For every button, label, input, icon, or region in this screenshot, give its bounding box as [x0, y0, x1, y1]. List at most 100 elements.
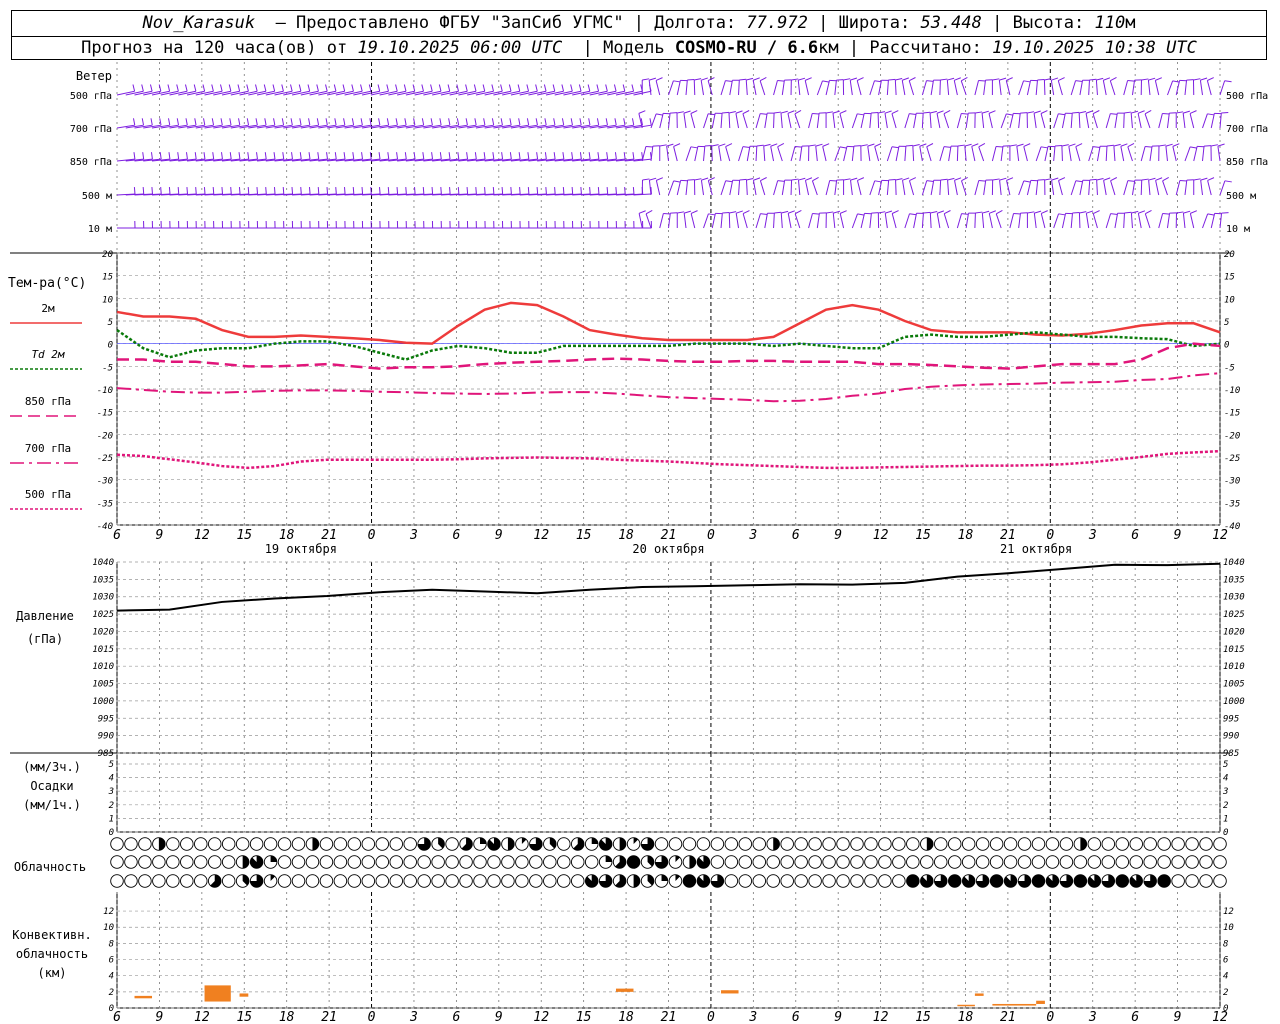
wind-barb-feather — [335, 187, 337, 195]
wind-barb — [458, 90, 477, 96]
wind-barb-feather — [316, 118, 320, 126]
wind-barb-feather — [1183, 110, 1191, 114]
wind-barb — [816, 113, 820, 129]
cloud-cover-symbol — [389, 874, 403, 888]
cloud-cover-symbol — [166, 874, 180, 888]
wind-barb-feather — [780, 110, 788, 114]
hour-label-bottom: 18 — [958, 1010, 974, 1024]
cloud-cover-symbol — [1143, 837, 1157, 851]
wind-barb-feather — [368, 84, 372, 92]
hour-label-bottom: 18 — [279, 1010, 295, 1024]
wind-barb — [655, 80, 661, 96]
wind-barb — [1206, 80, 1212, 96]
wind-barb-feather — [177, 152, 180, 160]
hour-label-bottom: 9 — [495, 1010, 503, 1024]
cloud-cover-fill — [1115, 874, 1129, 888]
cloud-cover-symbol — [794, 874, 808, 888]
cloud-cover-symbol — [305, 874, 320, 888]
wind-barb — [832, 213, 836, 229]
wind-barb-feather — [1103, 177, 1111, 181]
wind-barb-feather — [1127, 80, 1135, 82]
temp-legend-label: 700 гПа — [25, 442, 71, 455]
cloud-cover-fill — [1074, 874, 1087, 888]
wind-barb-feather — [221, 152, 223, 160]
wind-barb-feather — [677, 211, 685, 214]
cloud-cover-symbol — [361, 837, 376, 851]
wind-barb-feather — [361, 152, 364, 160]
wind-barb — [869, 180, 876, 196]
cloud-cover-symbol — [1045, 837, 1060, 851]
cloud-cover-symbol — [277, 855, 292, 869]
wind-barb-feather — [1193, 78, 1201, 81]
precip-ytick-right: 4 — [1223, 774, 1228, 784]
hour-label: 21 — [1000, 528, 1016, 543]
cloud-cover-symbol — [947, 837, 962, 851]
wind-barb-feather — [791, 178, 799, 181]
cloud-cover-fill — [661, 874, 668, 881]
wind-barb — [344, 90, 363, 96]
wind-barb-feather — [687, 78, 695, 81]
wind-barb-feather — [378, 152, 381, 160]
pres-ytick-right: 1000 — [1223, 697, 1245, 707]
wind-barb-feather — [638, 210, 646, 214]
wind-barb — [1009, 213, 1015, 229]
wind-barb — [519, 90, 538, 96]
wind-barb — [1175, 180, 1181, 196]
wind-barb — [764, 113, 768, 129]
wind-barb-feather — [291, 187, 294, 195]
wind-barb-feather — [1013, 212, 1021, 215]
wind-barb-feather — [351, 118, 355, 126]
conv-ytick-right: 6 — [1223, 956, 1228, 966]
precip-ytick-right: 1 — [1223, 814, 1228, 824]
wind-barb — [981, 113, 985, 129]
wind-barb — [300, 90, 319, 96]
wind-barb — [834, 146, 841, 162]
wind-barb — [763, 146, 766, 162]
wind-barb — [1193, 146, 1198, 162]
wind-barb-feather — [826, 211, 834, 214]
wind-barb-feather — [229, 152, 232, 160]
wind-barb-feather — [395, 84, 398, 92]
date-label: 19 октября — [265, 542, 337, 556]
wind-barb-feather — [229, 118, 232, 126]
wind-barb — [1057, 80, 1063, 96]
wind-barb-feather — [501, 152, 504, 160]
wind-barb — [895, 179, 897, 196]
wind-barb — [752, 180, 757, 196]
cloud-cover-fill — [242, 855, 249, 869]
wind-barb-feather — [255, 118, 258, 126]
wind-barb-feather — [466, 152, 469, 160]
pres-ytick-right: 985 — [1223, 749, 1239, 759]
wind-barb-feather — [449, 187, 451, 195]
wind-barb — [1199, 80, 1203, 96]
wind-barb-feather — [588, 152, 591, 160]
wind-barb — [1147, 80, 1151, 96]
hour-label: 18 — [279, 528, 295, 543]
wind-barb — [983, 80, 986, 96]
wind-barb — [971, 146, 976, 162]
wind-barb-feather — [414, 187, 416, 195]
wind-barb-feather — [1044, 178, 1052, 181]
hour-label: 3 — [409, 528, 418, 543]
wind-barb — [742, 213, 748, 229]
cloud-cover-symbol — [221, 837, 236, 851]
cloud-cover-fill — [926, 837, 934, 851]
cloud-cover-symbol — [501, 874, 515, 888]
wind-barb — [834, 80, 837, 96]
wind-barb-feather — [142, 152, 145, 160]
wind-barb-feather — [141, 84, 144, 92]
wind-barb — [291, 90, 310, 96]
wind-barb-feather — [238, 187, 241, 195]
wind-barb-feather — [238, 152, 241, 160]
wind-barb-feather — [526, 118, 530, 126]
cloud-cover-symbol — [529, 874, 543, 888]
wind-barb-feather — [690, 210, 698, 214]
cloud-cover-symbol — [654, 837, 669, 851]
wind-barb — [851, 113, 858, 129]
wind-barb-feather — [545, 187, 547, 195]
wind-barb-feather — [1054, 144, 1062, 147]
wind-barb-feather — [606, 187, 609, 195]
wind-barb — [1172, 146, 1177, 162]
pres-ytick-right: 1040 — [1223, 558, 1245, 568]
wind-barb-feather — [909, 77, 916, 82]
